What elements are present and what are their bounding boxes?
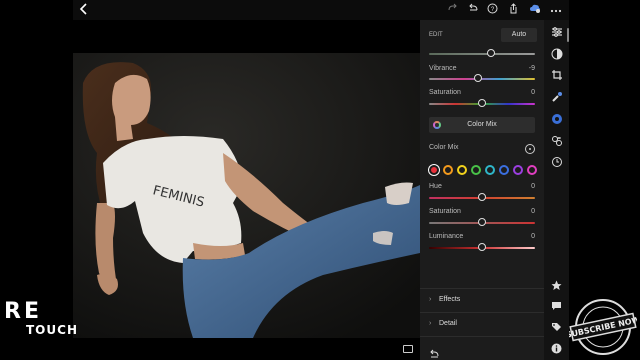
image-info-icon[interactable] xyxy=(403,345,413,353)
divider xyxy=(420,336,544,337)
info-button[interactable] xyxy=(550,343,563,356)
logo-big-text: RE xyxy=(4,299,42,324)
presets-icon xyxy=(551,48,562,60)
detail-section-toggle[interactable]: › Detail xyxy=(429,320,457,327)
luminance-value[interactable]: 0 xyxy=(531,233,535,240)
edit-panel: EDIT Auto Vibrance -9 Saturation 0 Color… xyxy=(420,20,544,360)
help-icon: ? xyxy=(487,3,497,14)
detail-label: Detail xyxy=(439,320,457,327)
panel-scrollbar[interactable] xyxy=(567,28,569,42)
more-icon xyxy=(550,9,562,13)
cm-saturation-value[interactable]: 0 xyxy=(531,208,535,215)
top-toolbar: ? xyxy=(73,0,569,20)
edit-tool-button[interactable] xyxy=(550,26,563,39)
saturation-slider-knob[interactable] xyxy=(478,99,486,107)
share-icon xyxy=(510,3,516,14)
undo-icon xyxy=(430,349,439,358)
swatch-purple[interactable] xyxy=(513,165,523,175)
healing-icon xyxy=(551,92,562,102)
sliders-icon xyxy=(551,27,562,37)
presets-tool-button[interactable] xyxy=(550,48,563,61)
info-icon xyxy=(551,343,562,354)
redo-icon xyxy=(448,3,457,11)
retouch-logo: RE TOUCH xyxy=(4,299,78,352)
healing-tool-button[interactable] xyxy=(550,91,563,104)
swatch-magenta[interactable] xyxy=(527,165,537,175)
stamp-graphic: SUBSCRIBE NOW xyxy=(565,299,640,355)
color-mix-button-label: Color Mix xyxy=(467,121,497,128)
effects-section-toggle[interactable]: › Effects xyxy=(429,296,460,303)
target-adjust-icon[interactable] xyxy=(525,144,535,154)
saturation-label: Saturation xyxy=(429,89,461,96)
auto-button[interactable]: Auto xyxy=(501,28,537,42)
saturation-value[interactable]: 0 xyxy=(531,89,535,96)
tone-slider-knob[interactable] xyxy=(487,49,495,57)
vibrance-value[interactable]: -9 xyxy=(529,65,535,72)
swatch-aqua[interactable] xyxy=(485,165,495,175)
swatch-yellow[interactable] xyxy=(457,165,467,175)
comment-icon xyxy=(552,302,561,310)
tone-slider-track[interactable] xyxy=(429,53,535,55)
vibrance-slider-knob[interactable] xyxy=(474,74,482,82)
star-icon xyxy=(551,280,562,290)
back-button[interactable] xyxy=(79,2,93,18)
selective-icon xyxy=(551,114,562,124)
vibrance-slider-track[interactable] xyxy=(429,78,535,80)
history-tool-button[interactable] xyxy=(550,156,563,169)
selective-tool-button[interactable] xyxy=(550,113,563,126)
redo-button[interactable] xyxy=(445,3,459,17)
edit-section-title: EDIT xyxy=(429,32,443,38)
chevron-right-icon: › xyxy=(429,320,432,327)
undo-button[interactable] xyxy=(466,3,480,17)
right-toolbar xyxy=(544,20,569,360)
cm-saturation-slider-knob[interactable] xyxy=(478,218,486,226)
chevron-right-icon: › xyxy=(429,296,432,303)
luminance-label: Luminance xyxy=(429,233,464,240)
hue-value[interactable]: 0 xyxy=(531,183,535,190)
swatch-orange[interactable] xyxy=(443,165,453,175)
photo-image: FEMINIS xyxy=(73,53,420,338)
crop-tool-button[interactable] xyxy=(550,69,563,82)
swatch-green[interactable] xyxy=(471,165,481,175)
cm-saturation-label: Saturation xyxy=(429,208,461,215)
logo-small-text: TOUCH xyxy=(26,323,78,337)
hue-label: Hue xyxy=(429,183,442,190)
share-button[interactable] xyxy=(506,3,520,17)
swatch-red[interactable] xyxy=(429,165,439,175)
divider xyxy=(420,312,544,313)
swatch-blue[interactable] xyxy=(499,165,509,175)
versions-tool-button[interactable] xyxy=(550,135,563,148)
tag-icon xyxy=(552,323,561,331)
photo-canvas[interactable]: FEMINIS xyxy=(73,20,420,360)
color-swatches xyxy=(429,164,537,176)
undo-icon xyxy=(468,3,477,11)
versions-icon xyxy=(551,136,562,146)
color-mix-title: Color Mix xyxy=(429,144,459,151)
help-button[interactable]: ? xyxy=(485,3,499,17)
cloud-sync-button[interactable] xyxy=(528,3,542,17)
tag-button[interactable] xyxy=(550,322,563,335)
color-mix-button[interactable]: Color Mix xyxy=(429,117,535,133)
crop-icon xyxy=(551,70,562,80)
svg-text:?: ? xyxy=(490,7,494,13)
effects-label: Effects xyxy=(439,296,461,303)
undo-history-button[interactable] xyxy=(429,345,440,360)
photo-illustration: FEMINIS xyxy=(73,53,420,338)
luminance-slider-knob[interactable] xyxy=(478,243,486,251)
hue-slider-knob[interactable] xyxy=(478,193,486,201)
cloud-sync-icon xyxy=(530,4,540,13)
more-button[interactable] xyxy=(549,3,563,17)
chevron-left-icon xyxy=(79,3,87,15)
comment-button[interactable] xyxy=(550,301,563,314)
divider xyxy=(420,288,544,289)
history-icon xyxy=(551,157,562,167)
subscribe-stamp: SUBSCRIBE NOW xyxy=(565,297,640,357)
app-window: ? FEMINIS EDIT Auto Vibrance -9 Saturati… xyxy=(0,0,640,360)
vibrance-label: Vibrance xyxy=(429,65,457,72)
rating-button[interactable] xyxy=(550,280,563,293)
